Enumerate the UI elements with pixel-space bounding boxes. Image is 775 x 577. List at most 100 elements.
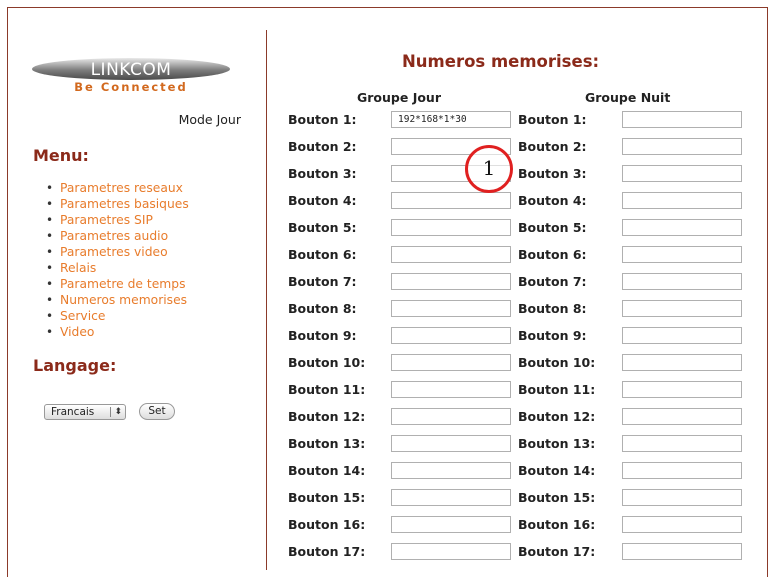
day-row-label: Bouton 16: — [288, 517, 366, 532]
select-separator — [110, 407, 111, 417]
day-row-label: Bouton 11: — [288, 382, 366, 397]
day-number-input[interactable] — [391, 354, 511, 371]
group-day-heading: Groupe Jour — [357, 90, 441, 105]
night-row-label: Bouton 1: — [518, 112, 587, 127]
night-number-input[interactable] — [622, 354, 742, 371]
menu-link[interactable]: Parametres video — [60, 245, 168, 259]
language-select[interactable]: Francais ⬍ — [44, 404, 126, 420]
day-number-input[interactable] — [391, 246, 511, 263]
menu-item: Parametres reseaux — [46, 180, 189, 196]
day-row-label: Bouton 2: — [288, 139, 357, 154]
day-row-label: Bouton 6: — [288, 247, 357, 262]
menu-item: Parametres SIP — [46, 212, 189, 228]
set-button[interactable]: Set — [139, 403, 175, 420]
night-number-input[interactable] — [622, 462, 742, 479]
annotation-badge: 1 — [465, 145, 513, 193]
menu-item: Service — [46, 308, 189, 324]
menu-list: Parametres reseaux Parametres basiques Par… — [46, 180, 189, 340]
night-row-label: Bouton 12: — [518, 409, 596, 424]
day-row-label: Bouton 9: — [288, 328, 357, 343]
menu-link[interactable]: Numeros memorises — [60, 293, 187, 307]
day-number-input[interactable] — [391, 192, 511, 209]
group-night-heading: Groupe Nuit — [585, 90, 671, 105]
day-number-input[interactable] — [391, 543, 511, 560]
language-select-value: Francais — [51, 406, 95, 418]
night-number-input[interactable] — [622, 543, 742, 560]
night-number-input[interactable] — [622, 192, 742, 209]
day-number-input[interactable] — [391, 327, 511, 344]
day-row-label: Bouton 17: — [288, 544, 366, 559]
day-number-input[interactable] — [391, 408, 511, 425]
logo-tagline: Be Connected — [74, 80, 188, 94]
night-number-input[interactable] — [622, 435, 742, 452]
menu-item: Parametres audio — [46, 228, 189, 244]
day-number-input[interactable] — [391, 219, 511, 236]
night-row-label: Bouton 11: — [518, 382, 596, 397]
night-row-label: Bouton 9: — [518, 328, 587, 343]
night-number-input[interactable] — [622, 246, 742, 263]
menu-link[interactable]: Video — [60, 325, 94, 339]
menu-link[interactable]: Parametres SIP — [60, 213, 153, 227]
day-row-label: Bouton 3: — [288, 166, 357, 181]
night-row-label: Bouton 13: — [518, 436, 596, 451]
night-row-label: Bouton 4: — [518, 193, 587, 208]
night-number-input[interactable] — [622, 111, 742, 128]
menu-link[interactable]: Service — [60, 309, 105, 323]
day-number-input[interactable] — [391, 273, 511, 290]
night-number-input[interactable] — [622, 138, 742, 155]
night-row-label: Bouton 2: — [518, 139, 587, 154]
day-row-label: Bouton 1: — [288, 112, 357, 127]
day-number-input[interactable] — [391, 300, 511, 317]
night-number-input[interactable] — [622, 489, 742, 506]
night-number-input[interactable] — [622, 273, 742, 290]
day-row-label: Bouton 12: — [288, 409, 366, 424]
day-row-label: Bouton 8: — [288, 301, 357, 316]
night-number-input[interactable] — [622, 165, 742, 182]
menu-link[interactable]: Relais — [60, 261, 96, 275]
linkcom-logo: LINKCOM Be Connected — [32, 56, 232, 96]
day-number-input[interactable] — [391, 381, 511, 398]
night-number-input[interactable] — [622, 327, 742, 344]
menu-item: Video — [46, 324, 189, 340]
updown-arrows-icon: ⬍ — [114, 407, 122, 417]
day-number-input[interactable] — [391, 435, 511, 452]
night-number-input[interactable] — [622, 408, 742, 425]
language-title: Langage: — [33, 356, 117, 375]
menu-link[interactable]: Parametres reseaux — [60, 181, 183, 195]
menu-link[interactable]: Parametres basiques — [60, 197, 189, 211]
night-row-label: Bouton 10: — [518, 355, 596, 370]
day-row-label: Bouton 14: — [288, 463, 366, 478]
day-number-input[interactable] — [391, 516, 511, 533]
night-row-label: Bouton 16: — [518, 517, 596, 532]
menu-title: Menu: — [33, 146, 89, 165]
night-row-label: Bouton 15: — [518, 490, 596, 505]
day-number-input[interactable] — [391, 489, 511, 506]
day-row-label: Bouton 15: — [288, 490, 366, 505]
menu-link[interactable]: Parametres audio — [60, 229, 168, 243]
day-row-label: Bouton 5: — [288, 220, 357, 235]
night-number-input[interactable] — [622, 381, 742, 398]
logo-brand: LINKCOM — [90, 60, 172, 80]
night-row-label: Bouton 5: — [518, 220, 587, 235]
night-row-label: Bouton 7: — [518, 274, 587, 289]
menu-item: Parametres basiques — [46, 196, 189, 212]
day-row-label: Bouton 7: — [288, 274, 357, 289]
day-number-input[interactable] — [391, 462, 511, 479]
annotation-number: 1 — [482, 156, 496, 180]
day-row-label: Bouton 4: — [288, 193, 357, 208]
night-number-input[interactable] — [622, 219, 742, 236]
column-divider — [266, 30, 267, 570]
night-number-input[interactable] — [622, 516, 742, 533]
menu-item: Parametre de temps — [46, 276, 189, 292]
night-row-label: Bouton 3: — [518, 166, 587, 181]
night-number-input[interactable] — [622, 300, 742, 317]
day-number-input[interactable]: 192*168*1*30 — [391, 111, 511, 128]
night-row-label: Bouton 14: — [518, 463, 596, 478]
menu-link[interactable]: Parametre de temps — [60, 277, 185, 291]
menu-item: Relais — [46, 260, 189, 276]
day-row-label: Bouton 10: — [288, 355, 366, 370]
page-title: Numeros memorises: — [402, 52, 600, 71]
mode-indicator: Mode Jour — [178, 112, 241, 127]
night-row-label: Bouton 17: — [518, 544, 596, 559]
menu-item: Numeros memorises — [46, 292, 189, 308]
